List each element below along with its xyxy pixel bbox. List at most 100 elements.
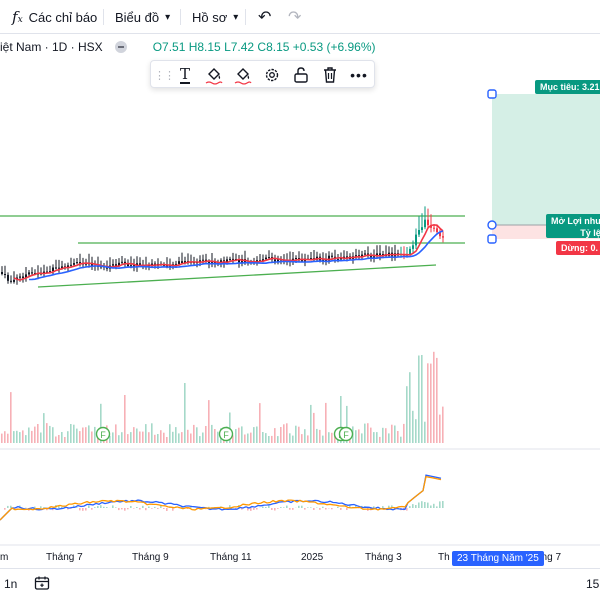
macd-histogram-bar bbox=[85, 508, 87, 511]
range-button[interactable]: 1n bbox=[4, 577, 17, 591]
macd-histogram-bar bbox=[157, 508, 159, 509]
volume-bar bbox=[184, 383, 186, 443]
candle-body bbox=[70, 264, 72, 266]
profile-label: Hồ sơ bbox=[192, 9, 228, 25]
volume-bar bbox=[289, 433, 291, 443]
macd-histogram-bar bbox=[340, 508, 342, 510]
signal-line bbox=[0, 475, 442, 521]
settings-button[interactable] bbox=[261, 64, 283, 86]
macd-histogram-bar bbox=[106, 507, 108, 508]
macd-histogram-bar bbox=[124, 508, 126, 511]
volume-bar bbox=[238, 427, 240, 443]
volume-bar bbox=[280, 427, 282, 443]
fill-color-button[interactable] bbox=[203, 64, 225, 86]
volume-bar bbox=[190, 433, 192, 443]
entry-handle[interactable] bbox=[487, 220, 497, 230]
volume-bar bbox=[121, 432, 123, 443]
redo-button[interactable]: ↷ bbox=[288, 0, 301, 34]
event-marker[interactable]: F bbox=[95, 426, 111, 442]
candle-body bbox=[364, 253, 366, 255]
target-tag[interactable]: Mục tiêu: 3.21 bbox=[535, 80, 600, 94]
date-range-button[interactable] bbox=[34, 575, 50, 596]
macd-histogram-bar bbox=[10, 505, 12, 508]
candle-body bbox=[130, 265, 132, 267]
volume-bar bbox=[415, 419, 417, 443]
delete-button[interactable] bbox=[319, 64, 341, 86]
volume-bar bbox=[235, 429, 237, 443]
more-button[interactable]: ••• bbox=[348, 64, 370, 86]
macd-histogram-bar bbox=[412, 504, 414, 508]
calendar-icon bbox=[34, 576, 50, 590]
macd-histogram-bar bbox=[79, 508, 81, 511]
bottom-bar: 1n 15 bbox=[0, 568, 600, 600]
candle-body bbox=[76, 262, 78, 264]
time-axis-label: m bbox=[0, 552, 8, 563]
volume-bar bbox=[217, 431, 219, 443]
volume-bar bbox=[28, 427, 30, 443]
volume-bar bbox=[64, 437, 66, 443]
candle-body bbox=[436, 228, 438, 232]
hide-icon[interactable] bbox=[114, 41, 127, 53]
macd-histogram-bar bbox=[322, 506, 324, 508]
undo-button[interactable]: ↶ bbox=[258, 0, 271, 34]
macd-histogram-bar bbox=[127, 508, 129, 510]
macd-histogram-bar bbox=[292, 508, 294, 510]
volume-bar bbox=[304, 429, 306, 443]
volume-bar bbox=[439, 414, 441, 443]
drag-handle-icon[interactable]: ⋮⋮ bbox=[153, 64, 175, 86]
moving-average-red bbox=[13, 224, 444, 281]
candle-body bbox=[4, 274, 6, 275]
candle-body bbox=[442, 236, 444, 238]
candle-body bbox=[295, 258, 297, 259]
volume-bar bbox=[331, 432, 333, 443]
macd-histogram-bar bbox=[139, 508, 141, 510]
macd-histogram-bar bbox=[133, 508, 135, 509]
volume-bar bbox=[319, 429, 321, 443]
text-tool-button[interactable]: T bbox=[174, 64, 196, 86]
volume-bar bbox=[436, 357, 438, 443]
volume-bar bbox=[10, 392, 12, 443]
open-pnl-tag[interactable]: Mở Lợi nhu Tỷ lệ bbox=[546, 214, 600, 238]
price-chart[interactable]: F F F F m Tháng 7 Tháng 9 Tháng 11 2025 … bbox=[0, 0, 600, 600]
volume-bar bbox=[4, 431, 6, 443]
target-handle[interactable] bbox=[487, 89, 497, 99]
volume-bar bbox=[1, 433, 3, 443]
target-zone[interactable] bbox=[492, 94, 600, 225]
volume-bar bbox=[196, 427, 198, 443]
volume-bar bbox=[187, 429, 189, 443]
trash-icon bbox=[324, 67, 336, 83]
stop-tag[interactable]: Dừng: 0. bbox=[556, 241, 600, 255]
symbol-legend: iệt Nam · 1D · HSX O7.51 H8.15 L7.42 C8.… bbox=[0, 38, 376, 56]
volume-bar bbox=[271, 435, 273, 443]
macd-histogram-bar bbox=[154, 506, 156, 508]
volume-bar bbox=[328, 432, 330, 443]
macd-pane bbox=[0, 474, 444, 521]
macd-histogram-bar bbox=[103, 506, 105, 508]
border-color-button[interactable] bbox=[232, 64, 254, 86]
macd-histogram-bar bbox=[319, 508, 321, 510]
volume-bar bbox=[307, 435, 309, 443]
symbol-title[interactable]: iệt Nam · 1D · HSX bbox=[0, 40, 103, 54]
volume-bar bbox=[7, 433, 9, 443]
candle-body bbox=[52, 267, 54, 272]
chart-type-menu[interactable]: Biểu đồ ▾ bbox=[115, 0, 170, 34]
stop-handle[interactable] bbox=[487, 234, 497, 244]
macd-histogram-bar bbox=[310, 507, 312, 508]
volume-bar bbox=[247, 433, 249, 443]
volume-bar bbox=[268, 436, 270, 443]
volume-bar bbox=[169, 424, 171, 443]
macd-histogram-bar bbox=[331, 508, 333, 510]
profile-menu[interactable]: Hồ sơ ▾ bbox=[192, 0, 238, 34]
event-marker[interactable]: F bbox=[338, 426, 354, 442]
indicators-button[interactable]: fx Các chỉ báo bbox=[12, 0, 97, 34]
lock-button[interactable] bbox=[290, 64, 312, 86]
volume-bar bbox=[22, 430, 24, 443]
volume-bar bbox=[286, 423, 288, 443]
candle-body bbox=[433, 227, 435, 229]
volume-bar bbox=[214, 429, 216, 443]
candle-body bbox=[13, 279, 15, 282]
event-marker[interactable]: F bbox=[218, 426, 234, 442]
candle-body bbox=[7, 274, 9, 281]
volume-bar bbox=[292, 435, 294, 443]
chevron-down-icon: ▾ bbox=[165, 11, 171, 23]
